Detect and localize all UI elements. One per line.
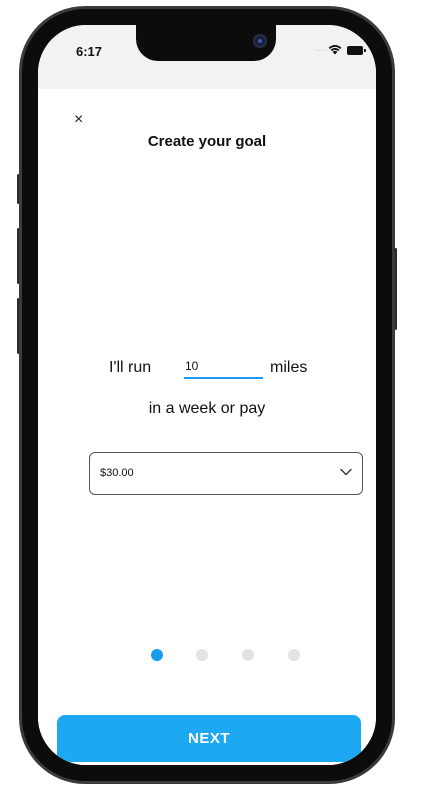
chevron-down-icon bbox=[340, 468, 352, 476]
period-label: in a week or pay bbox=[148, 400, 266, 417]
camera-icon bbox=[253, 34, 267, 48]
signal-dots: .... bbox=[315, 46, 327, 53]
close-icon[interactable]: × bbox=[74, 112, 83, 128]
goal-form: × Create your goal I'll run miles in a w… bbox=[38, 89, 376, 765]
page-dot-2[interactable] bbox=[196, 649, 208, 661]
stake-amount-select[interactable]: $30.00 bbox=[89, 452, 363, 495]
status-time: 6:17 bbox=[76, 44, 103, 59]
page-dot-3[interactable] bbox=[242, 649, 254, 661]
phone-bezel: 6:17 .... × Create your goal I'll run mi… bbox=[22, 9, 392, 781]
battery-icon bbox=[347, 46, 366, 55]
goal-prefix-label: I'll run bbox=[109, 359, 152, 376]
page-indicator bbox=[38, 649, 376, 663]
wifi-icon bbox=[328, 45, 342, 55]
distance-input[interactable] bbox=[184, 354, 263, 379]
page-dot-1[interactable] bbox=[151, 649, 163, 661]
screen: 6:17 .... × Create your goal I'll run mi… bbox=[38, 25, 376, 765]
notch bbox=[136, 25, 276, 61]
unit-label: miles bbox=[270, 359, 308, 376]
page-dot-4[interactable] bbox=[288, 649, 300, 661]
page-title: Create your goal bbox=[147, 133, 267, 150]
phone-frame: 6:17 .... × Create your goal I'll run mi… bbox=[19, 6, 395, 784]
stake-amount-value: $30.00 bbox=[100, 467, 134, 479]
next-button[interactable]: NEXT bbox=[57, 715, 361, 762]
